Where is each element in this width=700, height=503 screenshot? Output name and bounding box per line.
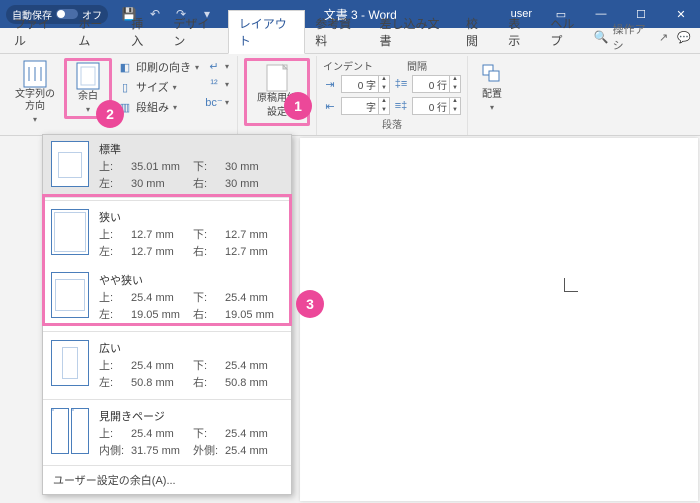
callout-3: 3 [296,290,324,318]
hyphenation-icon: bc⁻ [207,95,221,109]
margin-mirrored-icon [51,408,69,454]
text-cursor [564,278,578,292]
tab-review[interactable]: 校閲 [456,11,498,53]
toggle-switch-icon [56,9,78,19]
tab-help[interactable]: ヘルプ [540,11,593,53]
size-button[interactable]: ▯サイズ▾ [116,78,201,96]
callout-1: 1 [284,92,312,120]
text-direction-label: 文字列の 方向 [15,89,55,113]
text-direction-button[interactable]: 文字列の 方向 ▾ [10,58,60,127]
space-after-icon: ≡‡ [394,99,408,113]
share-icon[interactable]: ↗ [655,28,671,46]
text-direction-icon [22,61,48,87]
search-icon[interactable]: 🔍 [594,30,609,44]
margins-icon [75,63,101,89]
margin-option-narrow[interactable]: 狭い 上:12.7 mm下:12.7 mm 左:12.7 mm右:12.7 mm [43,203,291,266]
orientation-button[interactable]: ◧印刷の向き▾ [116,58,201,76]
arrange-icon [479,61,505,87]
callout-2: 2 [96,100,124,128]
margin-moderate-icon [51,272,89,318]
orientation-icon: ◧ [118,60,132,74]
columns-button[interactable]: ▥段組み▾ [116,98,201,116]
tab-design[interactable]: デザイン [163,11,227,53]
breaks-icon: ↵ [207,59,221,73]
ribbon-tabs: ファイル ホーム 挿入 デザイン レイアウト 参考資料 差し込み文書 校閲 表示… [0,28,700,54]
margin-option-mirrored[interactable]: 見開きページ 上:25.4 mm下:25.4 mm 内側:31.75 mm外側:… [43,402,291,465]
space-before-input[interactable]: 0 行▲▼ [412,75,461,93]
margin-option-normal[interactable]: 標準 上:35.01 mm下:30 mm 左:30 mm右:30 mm [43,135,291,198]
chevron-down-icon: ▾ [86,105,90,114]
indent-right-input[interactable]: 字▲▼ [341,97,390,115]
margins-dropdown: 標準 上:35.01 mm下:30 mm 左:30 mm右:30 mm 狭い 上… [42,134,292,495]
margin-option-wide[interactable]: 広い 上:25.4 mm下:25.4 mm 左:50.8 mm右:50.8 mm [43,334,291,397]
hyphenation-button[interactable]: bc⁻▾ [205,94,231,110]
comments-icon[interactable]: 💬 [676,28,692,46]
arrange-label: 配置 [482,89,502,101]
chevron-down-icon: ▾ [490,103,494,112]
line-numbers-button[interactable]: ¹²▾ [205,76,231,92]
indent-left-icon: ⇥ [323,77,337,91]
tab-mailings[interactable]: 差し込み文書 [370,11,457,53]
tab-insert[interactable]: 挿入 [121,11,163,53]
spacing-header: 間隔 [407,58,427,73]
margin-mirrored-icon [71,408,89,454]
arrange-button[interactable]: 配置 ▾ [474,58,510,115]
space-before-icon: ‡≡ [394,77,408,91]
custom-margins-item[interactable]: ユーザー設定の余白(A)... [43,465,291,494]
line-numbers-icon: ¹² [207,77,221,91]
indent-right-icon: ⇤ [323,99,337,113]
margin-option-moderate[interactable]: やや狭い 上:25.4 mm下:25.4 mm 左:19.05 mm右:19.0… [43,266,291,329]
document-canvas[interactable] [300,138,698,501]
tab-references[interactable]: 参考資料 [305,11,369,53]
space-after-input[interactable]: 0 行▲▼ [412,97,461,115]
paragraph-group-label: 段落 [323,115,461,133]
breaks-button[interactable]: ↵▾ [205,58,231,74]
page-size-icon: ▯ [118,80,132,94]
margin-normal-icon [51,141,89,187]
margins-label: 余白 [78,91,98,103]
indent-header: インデント [323,58,373,73]
tab-layout[interactable]: レイアウト [228,10,305,54]
tell-me-label[interactable]: 操作アシ [613,21,652,53]
margin-wide-icon [51,340,89,386]
custom-margins-label: ユーザー設定の余白(A)... [53,472,176,488]
genko-icon [264,65,290,91]
indent-left-input[interactable]: 0 字▲▼ [341,75,390,93]
margin-narrow-icon [51,209,89,255]
tab-view[interactable]: 表示 [498,11,540,53]
chevron-down-icon: ▾ [33,115,37,124]
